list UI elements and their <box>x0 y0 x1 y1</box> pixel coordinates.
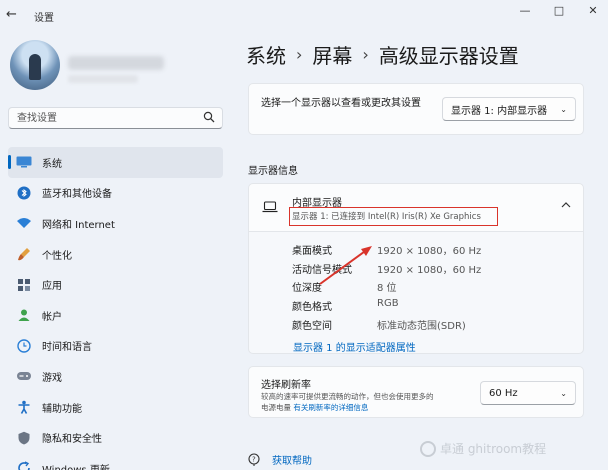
sidebar-item-label: 辅助功能 <box>42 403 82 415</box>
refresh-rate-value: 60 Hz <box>489 387 518 399</box>
avatar <box>10 40 60 90</box>
sidebar-item-label: 游戏 <box>42 372 62 384</box>
watermark-logo-icon <box>420 440 436 457</box>
sidebar-item-gaming[interactable]: 游戏 <box>8 361 223 392</box>
adapter-properties-link[interactable]: 显示器 1 的显示适配器属性 <box>293 339 416 354</box>
select-display-card: 选择一个显示器以查看或更改其设置 显示器 1: 内部显示器 ⌄ <box>248 83 584 135</box>
spec-value: 1920 × 1080，60 Hz <box>377 246 482 257</box>
sidebar-item-label: 个性化 <box>42 250 72 262</box>
breadcrumb-item-system[interactable]: 系统 <box>246 40 286 69</box>
get-help-link[interactable]: ? 获取帮助 <box>248 452 312 467</box>
title-bar: ← 设置 — □ ✕ <box>0 0 608 30</box>
chevron-right-icon: › <box>296 45 303 64</box>
spec-key: 颜色空间 <box>292 321 332 332</box>
display-dropdown-value: 显示器 1: 内部显示器 <box>451 105 548 117</box>
sidebar-item-windows-update[interactable]: Windows 更新 <box>8 453 223 470</box>
help-icon: ? <box>248 452 262 467</box>
page-title: 高级显示器设置 <box>378 44 519 68</box>
spec-key: 桌面模式 <box>292 246 332 257</box>
monitor-icon <box>16 154 32 170</box>
spec-row: 颜色空间 标准动态范围(SDR) <box>292 317 582 336</box>
breadcrumb-item-display[interactable]: 屏幕 <box>312 40 352 69</box>
user-email-blurred <box>68 75 138 83</box>
watermark-text: 卓通 ghitroom教程 <box>440 442 547 456</box>
sidebar-item-label: 应用 <box>42 281 62 293</box>
wifi-icon <box>16 215 32 231</box>
search-input[interactable] <box>9 108 189 128</box>
sidebar-item-label: 蓝牙和其他设备 <box>42 189 112 201</box>
globe-clock-icon <box>16 338 32 354</box>
help-label: 获取帮助 <box>272 456 312 467</box>
refresh-rate-title: 选择刷新率 <box>261 380 311 391</box>
chevron-right-icon: › <box>362 45 369 64</box>
spec-value: 1920 × 1080，60 Hz <box>377 265 482 276</box>
search-icon[interactable] <box>202 111 216 125</box>
refresh-rate-dropdown[interactable]: 60 Hz ⌄ <box>480 381 576 405</box>
sidebar-item-accounts[interactable]: 帐户 <box>8 300 223 331</box>
svg-text:?: ? <box>252 455 256 463</box>
sidebar-item-label: 时间和语言 <box>42 342 92 354</box>
app-title: 设置 <box>34 13 54 24</box>
spec-key: 颜色格式 <box>292 302 332 313</box>
refresh-desc-line2: 电源电量 <box>261 403 291 412</box>
chevron-down-icon: ⌄ <box>560 388 567 398</box>
sidebar-item-bluetooth[interactable]: 蓝牙和其他设备 <box>8 178 223 209</box>
spec-value: 标准动态范围(SDR) <box>377 321 466 332</box>
spec-row: 颜色格式 RGB <box>292 298 582 317</box>
sidebar-item-label: 帐户 <box>42 311 62 323</box>
chevron-up-icon[interactable] <box>561 201 571 211</box>
spec-row: 活动信号模式 1920 × 1080，60 Hz <box>292 261 582 280</box>
watermark: 卓通 ghitroom教程 <box>420 440 546 457</box>
sidebar-item-privacy[interactable]: 隐私和安全性 <box>8 422 223 453</box>
section-title-display-info: 显示器信息 <box>248 166 298 177</box>
sidebar-item-label: 隐私和安全性 <box>42 434 102 446</box>
close-button[interactable]: ✕ <box>584 4 602 18</box>
chevron-down-icon: ⌄ <box>560 104 567 114</box>
refresh-rate-description: 较高的速率可提供更流畅的动作，但也会使用更多的 电源电量 有关刷新率的详细信息 <box>261 391 481 413</box>
refresh-desc-line1: 较高的速率可提供更流畅的动作，但也会使用更多的 <box>261 392 434 401</box>
accessibility-icon <box>16 399 32 415</box>
back-arrow-icon[interactable]: ← <box>6 8 20 22</box>
spec-row: 桌面模式 1920 × 1080，60 Hz <box>292 242 582 261</box>
user-profile[interactable] <box>10 40 210 96</box>
display-info-details: 桌面模式 1920 × 1080，60 Hz 活动信号模式 1920 × 108… <box>248 232 584 354</box>
sidebar-item-personalization[interactable]: 个性化 <box>8 239 223 270</box>
refresh-rate-card: 选择刷新率 较高的速率可提供更流畅的动作，但也会使用更多的 电源电量 有关刷新率… <box>248 366 584 418</box>
sidebar-item-label: 系统 <box>42 158 62 170</box>
spec-key: 活动信号模式 <box>292 265 352 276</box>
maximize-button[interactable]: □ <box>550 4 568 18</box>
sidebar-item-label: Windows 更新 <box>42 461 110 470</box>
sidebar-item-system[interactable]: 系统 <box>8 147 223 178</box>
sidebar-item-time-language[interactable]: 时间和语言 <box>8 331 223 362</box>
laptop-icon <box>262 201 278 213</box>
spec-value: RGB <box>377 298 399 309</box>
search-box[interactable] <box>8 107 223 129</box>
annotation-highlight-box <box>289 207 498 226</box>
bluetooth-icon <box>16 185 32 201</box>
update-icon <box>16 460 32 470</box>
breadcrumb: 系统 › 屏幕 › 高级显示器设置 <box>246 40 519 69</box>
spec-key: 位深度 <box>292 283 322 294</box>
spec-row: 位深度 8 位 <box>292 279 582 298</box>
spec-value: 8 位 <box>377 283 397 294</box>
gamepad-icon <box>16 368 32 384</box>
display-dropdown[interactable]: 显示器 1: 内部显示器 ⌄ <box>442 97 576 121</box>
select-display-label: 选择一个显示器以查看或更改其设置 <box>261 98 421 109</box>
brush-icon <box>16 246 32 262</box>
sidebar-item-accessibility[interactable]: 辅助功能 <box>8 392 223 423</box>
sidebar-item-label: 网络和 Internet <box>42 219 115 231</box>
shield-icon <box>16 430 32 446</box>
sidebar-item-network[interactable]: 网络和 Internet <box>8 208 223 239</box>
sidebar-nav: 系统 蓝牙和其他设备 网络和 Internet 个性化 应用 帐户 时间和语言 … <box>8 147 223 470</box>
user-name-blurred <box>68 56 164 70</box>
minimize-button[interactable]: — <box>516 4 534 18</box>
apps-icon <box>16 277 32 293</box>
account-icon <box>16 307 32 323</box>
sidebar-item-apps[interactable]: 应用 <box>8 269 223 300</box>
refresh-rate-info-link[interactable]: 有关刷新率的详细信息 <box>293 403 368 412</box>
